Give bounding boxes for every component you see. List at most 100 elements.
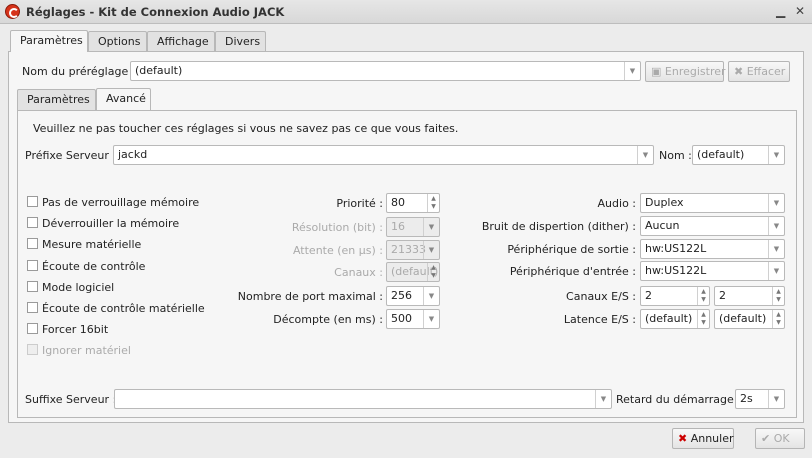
chevron-down-icon: ▼ xyxy=(768,262,784,280)
spin-arrows-icon[interactable]: ▲ ▼ xyxy=(697,287,709,305)
field-value: hw:US122L xyxy=(645,242,707,255)
checkbox[interactable] xyxy=(27,259,38,271)
tab-options[interactable]: Options xyxy=(88,31,147,52)
checkbox-item[interactable]: Pas de verrouillage mémoire xyxy=(27,196,199,209)
field-value: Duplex xyxy=(645,196,684,209)
right-field-combo[interactable]: hw:US122L ▼ xyxy=(640,261,785,281)
field-value: Aucun xyxy=(645,219,680,232)
middle-field-combo[interactable]: 21333 ▼ xyxy=(386,240,440,260)
minimize-icon[interactable]: ▁ xyxy=(776,4,785,18)
preset-label: Nom du préréglage : xyxy=(22,65,136,78)
cancel-label: Annuler xyxy=(690,432,734,445)
checkbox[interactable] xyxy=(27,238,38,250)
save-label: Enregistrer xyxy=(664,65,726,78)
checkbox-item[interactable]: Mode logiciel xyxy=(27,280,115,294)
prefix-value: jackd xyxy=(118,148,148,161)
tab-divers[interactable]: Divers xyxy=(215,31,266,52)
latency-out-spinbox[interactable]: (default) ▲ ▼ xyxy=(714,309,785,329)
chevron-down-icon: ▼ xyxy=(423,241,439,259)
spin-arrows-icon[interactable]: ▲ ▼ xyxy=(697,310,709,328)
middle-field-label: Décompte (en ms) : xyxy=(273,313,383,326)
channels-in-spinbox[interactable]: 2 ▲ ▼ xyxy=(640,286,710,306)
checkbox-item[interactable]: Écoute de contrôle matérielle xyxy=(27,302,205,315)
channels-out-spinbox[interactable]: 2 ▲ ▼ xyxy=(714,286,785,306)
checkbox-label: Écoute de contrôle matérielle xyxy=(42,302,205,315)
chevron-down-icon: ▼ xyxy=(768,194,784,212)
delay-combo[interactable]: 2s ▼ xyxy=(735,389,785,409)
cancel-icon: ✖ xyxy=(678,432,688,445)
checkbox[interactable] xyxy=(27,344,38,356)
checkbox-label: Mode logiciel xyxy=(42,280,115,294)
spin-arrows-icon[interactable]: ▲ ▼ xyxy=(772,310,784,328)
checkbox[interactable] xyxy=(27,280,38,292)
save-button[interactable]: ▣ Enregistrer xyxy=(645,61,726,82)
checkbox-item[interactable]: Ignorer matériel xyxy=(27,344,131,357)
suffix-combo[interactable]: ▼ xyxy=(114,389,612,409)
checkbox[interactable] xyxy=(27,302,38,313)
save-icon: ▣ xyxy=(651,65,662,78)
checkbox[interactable] xyxy=(27,323,38,335)
latency-out-value: (default) xyxy=(719,312,767,325)
checkbox-item[interactable]: Écoute de contrôle xyxy=(27,259,145,273)
tab-parametres[interactable]: Paramètres xyxy=(10,30,88,52)
middle-field-spin[interactable]: (default) ▲ ▼ xyxy=(386,262,440,282)
chevron-down-icon: ▼ xyxy=(637,146,653,164)
field-value: 256 xyxy=(391,289,412,302)
right-field-label: Périphérique de sortie : xyxy=(507,243,636,256)
tab-affichage[interactable]: Affichage xyxy=(147,31,215,52)
chevron-down-icon: ▼ xyxy=(768,217,784,235)
channels-in-value: 2 xyxy=(645,289,652,302)
chevron-down-icon: ▼ xyxy=(768,240,784,258)
prefix-combo[interactable]: jackd ▼ xyxy=(113,145,654,165)
ok-button[interactable]: ✔ OK xyxy=(755,428,805,449)
close-icon[interactable]: ✕ xyxy=(795,4,805,18)
middle-field-combo[interactable]: 500 ▼ xyxy=(386,309,440,329)
inner-tab-avance[interactable]: Avancé xyxy=(96,88,151,110)
chevron-down-icon: ▼ xyxy=(595,390,611,408)
delete-button[interactable]: ✖ Effacer xyxy=(728,61,790,82)
spin-arrows-icon[interactable]: ▲ ▼ xyxy=(772,287,784,305)
checkbox[interactable] xyxy=(27,217,38,229)
field-value: 80 xyxy=(391,196,405,209)
checkbox-label: Pas de verrouillage mémoire xyxy=(42,196,200,209)
delete-icon: ✖ xyxy=(734,65,744,78)
window-title: Réglages - Kit de Connexion Audio JACK xyxy=(26,5,285,19)
middle-field-label: Nombre de port maximal : xyxy=(237,290,383,303)
checkbox-item[interactable]: Forcer 16bit xyxy=(27,323,108,336)
cancel-button[interactable]: ✖ Annuler xyxy=(672,428,734,449)
middle-field-label: Résolution (bit) : xyxy=(291,221,383,234)
checkbox-item[interactable]: Mesure matérielle xyxy=(27,238,141,251)
name-value: (default) xyxy=(697,148,745,161)
warning-text: Veuillez ne pas toucher ces réglages si … xyxy=(33,122,459,135)
name-combo[interactable]: (default) ▼ xyxy=(692,145,785,165)
right-field-combo[interactable]: hw:US122L ▼ xyxy=(640,239,785,259)
field-value: hw:US122L xyxy=(645,264,707,277)
middle-field-combo[interactable]: 16 ▼ xyxy=(386,217,440,237)
middle-field-label: Priorité : xyxy=(336,197,383,210)
channels-out-value: 2 xyxy=(719,289,726,302)
middle-field-spin[interactable]: 80 ▲ ▼ xyxy=(386,193,440,213)
prefix-label: Préfixe Serveur : xyxy=(25,149,117,162)
field-value: 500 xyxy=(391,312,412,325)
checkbox-label: Ignorer matériel xyxy=(42,344,131,358)
spin-arrows-icon[interactable]: ▲ ▼ xyxy=(427,194,439,212)
middle-field-label: Canaux : xyxy=(334,266,383,279)
chevron-down-icon: ▼ xyxy=(423,287,439,305)
middle-field-combo[interactable]: 256 ▼ xyxy=(386,286,440,306)
latency-in-spinbox[interactable]: (default) ▲ ▼ xyxy=(640,309,710,329)
check-icon: ✔ xyxy=(761,432,771,445)
checkbox-item[interactable]: Déverrouiller la mémoire xyxy=(27,217,179,230)
checkbox-label: Forcer 16bit xyxy=(42,323,109,337)
right-field-combo[interactable]: Duplex ▼ xyxy=(640,193,785,213)
delay-value: 2s xyxy=(740,392,753,405)
channels-label: Canaux E/S : xyxy=(566,290,636,303)
preset-combo[interactable]: (default) ▼ xyxy=(130,61,641,81)
field-value: 16 xyxy=(391,220,405,233)
name-label: Nom : xyxy=(659,149,692,162)
chevron-down-icon: ▼ xyxy=(423,218,439,236)
right-field-combo[interactable]: Aucun ▼ xyxy=(640,216,785,236)
checkbox[interactable] xyxy=(27,196,38,207)
latency-in-value: (default) xyxy=(645,312,693,325)
inner-tab-parametres[interactable]: Paramètres xyxy=(17,89,96,110)
spin-arrows-icon[interactable]: ▲ ▼ xyxy=(427,263,439,281)
